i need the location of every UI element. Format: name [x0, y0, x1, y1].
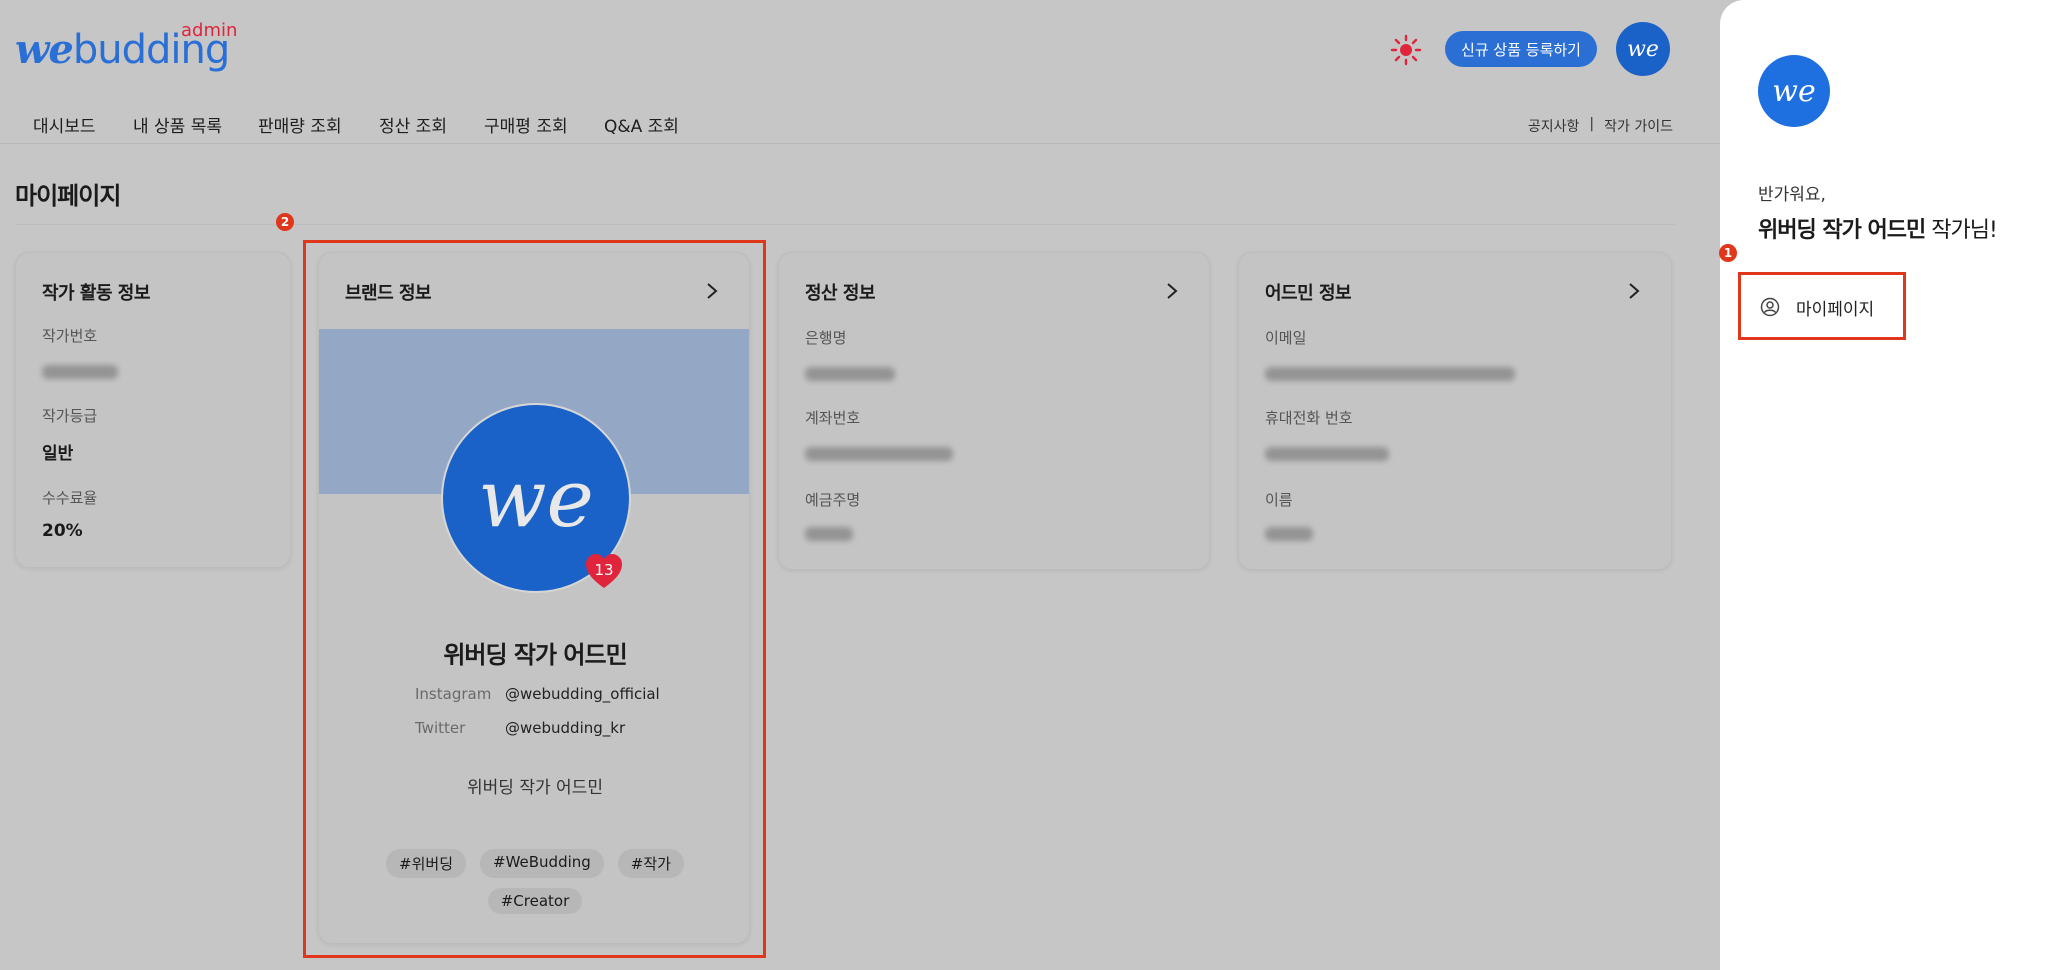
bank-name-label: 은행명 — [805, 329, 847, 347]
title-divider — [15, 224, 1675, 225]
nav-item-settlement[interactable]: 정산 조회 — [379, 112, 447, 137]
bank-name-value — [805, 367, 895, 381]
nav-item-my-products[interactable]: 내 상품 목록 — [133, 112, 222, 137]
fee-rate-value: 20% — [42, 521, 83, 541]
card-title: 어드민 정보 — [1265, 283, 1352, 304]
settlement-info-card: 정산 정보 은행명 계좌번호 예금주명 — [778, 252, 1210, 570]
greeting-text: 반가워요, — [1758, 185, 1826, 205]
webudding-logo[interactable]: webudding admin — [15, 18, 245, 78]
user-suffix: 작가님! — [1925, 218, 1998, 243]
phone-value — [1265, 447, 1389, 461]
main-nav: 대시보드 내 상품 목록 판매량 조회 정산 조회 구매평 조회 Q&A 조회 … — [0, 100, 1720, 144]
nav-item-reviews[interactable]: 구매평 조회 — [484, 112, 568, 137]
step-badge-1: 1 — [1719, 244, 1737, 262]
guide-link[interactable]: 작가 가이드 — [1604, 116, 1673, 136]
activity-info-card: 작가 활동 정보 작가번호 작가등급 일반 수수료율 20% — [15, 252, 291, 568]
user-greeting-name: 위버딩 작가 어드민 작가님! — [1758, 212, 1998, 244]
account-holder-label: 예금주명 — [805, 491, 861, 509]
artist-number-value — [42, 365, 118, 379]
name-label: 이름 — [1265, 491, 1293, 509]
register-product-button[interactable]: 신규 상품 등록하기 — [1445, 31, 1597, 67]
artist-grade-value: 일반 — [42, 444, 74, 464]
nav-item-sales[interactable]: 판매량 조회 — [258, 112, 342, 137]
header-avatar[interactable]: we — [1616, 22, 1670, 76]
page-title: 마이페이지 — [15, 182, 121, 210]
nav-separator: | — [1589, 116, 1595, 132]
notice-link[interactable]: 공지사항 — [1528, 116, 1580, 136]
admin-info-card: 어드민 정보 이메일 휴대전화 번호 이름 — [1238, 252, 1672, 570]
nav-utility-links: 공지사항 | 작가 가이드 — [1528, 116, 1673, 136]
email-label: 이메일 — [1265, 329, 1307, 347]
artist-number-label: 작가번호 — [42, 327, 98, 345]
email-value — [1265, 367, 1515, 381]
top-header: webudding admin 신규 상품 등록하기 we — [0, 0, 1720, 100]
chevron-right-icon[interactable] — [1627, 281, 1641, 301]
panel-avatar: we — [1758, 55, 1830, 127]
account-holder-value — [805, 527, 853, 541]
step-badge-2: 2 — [276, 213, 294, 231]
chevron-right-icon[interactable] — [1165, 281, 1179, 301]
nav-item-dashboard[interactable]: 대시보드 — [33, 112, 96, 137]
user-menu-panel: we 반가워요, 위버딩 작가 어드민 작가님! 1 마이페이지 — [1719, 0, 2048, 970]
phone-label: 휴대전화 번호 — [1265, 409, 1353, 427]
brand-card-highlight — [303, 240, 766, 958]
account-number-label: 계좌번호 — [805, 409, 861, 427]
nav-item-qna[interactable]: Q&A 조회 — [604, 112, 679, 137]
sun-icon[interactable] — [1390, 34, 1422, 66]
name-value — [1265, 527, 1313, 541]
card-title: 작가 활동 정보 — [42, 283, 150, 304]
user-name: 위버딩 작가 어드민 — [1758, 218, 1926, 243]
account-number-value — [805, 447, 953, 461]
mypage-highlight — [1738, 272, 1906, 340]
card-title: 정산 정보 — [805, 283, 876, 304]
logo-admin-label: admin — [181, 20, 238, 41]
artist-grade-label: 작가등급 — [42, 407, 98, 425]
fee-rate-label: 수수료율 — [42, 489, 98, 507]
